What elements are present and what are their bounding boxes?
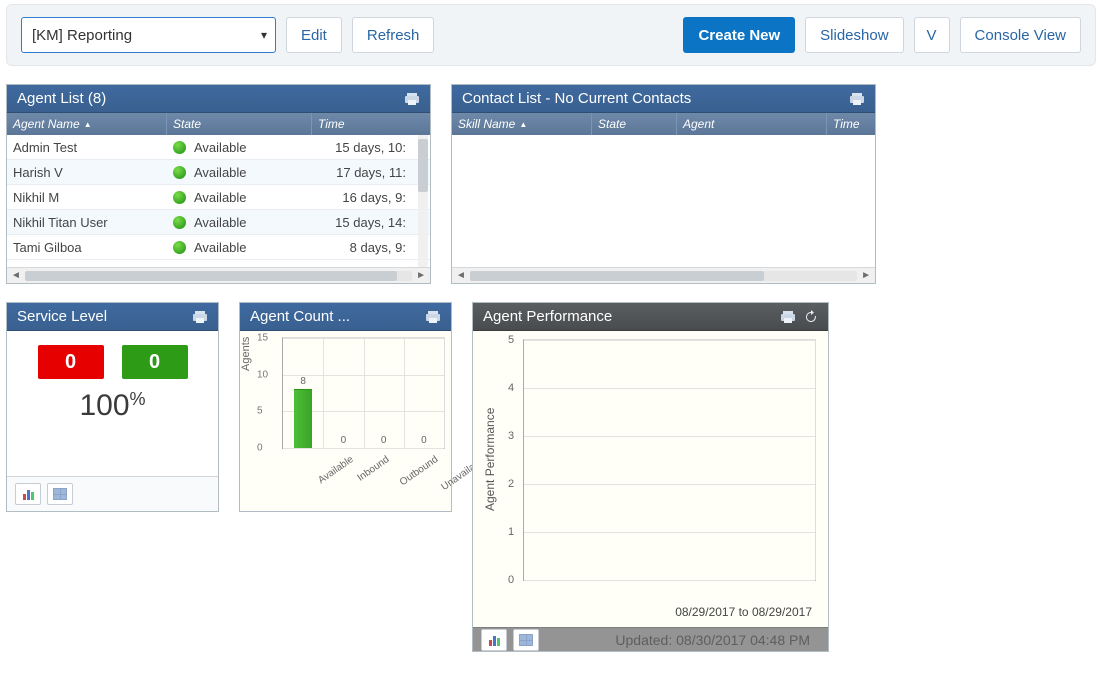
dashboard-select[interactable]: [KM] Reporting (21, 17, 276, 53)
print-icon[interactable] (404, 92, 420, 106)
cell-state: Available (167, 235, 312, 259)
cell-agent-name: Tami Gilboa (7, 235, 167, 259)
agent-performance-chart: Agent Performance 012345 08/29/2017 to 0… (473, 331, 828, 627)
status-available-icon (173, 141, 186, 154)
col-state[interactable]: State (592, 113, 677, 135)
cell-state: Available (167, 210, 312, 234)
chart-view-button[interactable] (481, 629, 507, 651)
horizontal-scrollbar[interactable]: ◄► (7, 267, 430, 283)
col-agent[interactable]: Agent (677, 113, 827, 135)
slideshow-button[interactable]: Slideshow (805, 17, 903, 53)
refresh-button[interactable]: Refresh (352, 17, 435, 53)
print-icon[interactable] (849, 92, 865, 106)
chart-x-label: Inbound (356, 454, 392, 484)
bar-chart-icon (489, 634, 500, 646)
chart-value-label: 0 (421, 435, 427, 446)
panel-title: Agent List (8) (17, 90, 404, 107)
agent-list-body: Admin TestAvailable15 days, 10:Harish VA… (7, 135, 430, 267)
status-available-icon (173, 166, 186, 179)
chart-bar (294, 389, 312, 448)
top-toolbar: [KM] Reporting Edit Refresh Create New S… (6, 4, 1096, 66)
slideshow-flag-button[interactable]: V (914, 17, 950, 53)
agent-count-chart: Agents 0510158Available0Inbound0Outbound… (240, 331, 451, 511)
status-available-icon (173, 191, 186, 204)
cell-state: Available (167, 185, 312, 209)
sort-asc-icon: ▲ (519, 120, 527, 129)
table-row[interactable]: Tami GilboaAvailable8 days, 9: (7, 235, 430, 260)
cell-time: 15 days, 10: (312, 135, 422, 159)
horizontal-scrollbar[interactable]: ◄► (452, 267, 875, 283)
sla-missed-count: 0 (38, 345, 104, 379)
agent-count-panel: Agent Count ... Agents 0510158Available0… (239, 302, 452, 512)
cell-agent-name: Admin Test (7, 135, 167, 159)
service-level-panel: Service Level 0 0 100% (6, 302, 219, 512)
status-available-icon (173, 216, 186, 229)
col-state[interactable]: State (167, 113, 312, 135)
print-icon[interactable] (425, 310, 441, 324)
chart-value-label: 0 (381, 435, 387, 446)
grid-icon (53, 488, 67, 500)
console-view-button[interactable]: Console View (960, 17, 1081, 53)
sla-percent: 100% (21, 389, 204, 423)
dashboard-select-value: [KM] Reporting (32, 27, 132, 44)
cell-agent-name: Harish V (7, 160, 167, 184)
grid-icon (519, 634, 533, 646)
table-row[interactable]: Admin TestAvailable15 days, 10: (7, 135, 430, 160)
panel-title: Agent Performance (483, 308, 780, 325)
panel-title: Agent Count ... (250, 308, 425, 325)
chart-ylabel: Agents (240, 337, 252, 371)
cell-state: Available (167, 135, 312, 159)
sla-met-count: 0 (122, 345, 188, 379)
sort-asc-icon: ▲ (84, 120, 92, 129)
chart-value-label: 0 (341, 435, 347, 446)
agent-list-columns: Agent Name▲ State Time (7, 113, 430, 135)
bar-chart-icon (23, 488, 34, 500)
col-skill-name[interactable]: Skill Name▲ (452, 113, 592, 135)
cell-time: 15 days, 14: (312, 210, 422, 234)
status-available-icon (173, 241, 186, 254)
cell-time: 16 days, 9: (312, 185, 422, 209)
table-row[interactable]: Nikhil MAvailable16 days, 9: (7, 185, 430, 210)
chart-date-range: 08/29/2017 to 08/29/2017 (675, 605, 812, 619)
table-row[interactable]: Nikhil Titan UserAvailable15 days, 14: (7, 210, 430, 235)
cell-agent-name: Nikhil M (7, 185, 167, 209)
table-view-button[interactable] (513, 629, 539, 651)
col-time[interactable]: Time (827, 113, 875, 135)
print-icon[interactable] (780, 310, 796, 324)
refresh-icon[interactable] (804, 310, 818, 324)
chart-ylabel: Agent Performance (483, 408, 497, 511)
col-agent-name[interactable]: Agent Name▲ (7, 113, 167, 135)
print-icon[interactable] (192, 310, 208, 324)
chart-value-label: 8 (300, 376, 306, 387)
create-new-button[interactable]: Create New (683, 17, 795, 53)
table-view-button[interactable] (47, 483, 73, 505)
cell-time: 8 days, 9: (312, 235, 422, 259)
agent-list-panel: Agent List (8) Agent Name▲ State Time Ad… (6, 84, 431, 284)
cell-state: Available (167, 160, 312, 184)
cell-agent-name: Nikhil Titan User (7, 210, 167, 234)
contact-list-panel: Contact List - No Current Contacts Skill… (451, 84, 876, 284)
table-row[interactable]: Harish VAvailable17 days, 11: (7, 160, 430, 185)
col-time[interactable]: Time (312, 113, 422, 135)
last-updated-label: Updated: 08/30/2017 04:48 PM (545, 632, 820, 648)
panel-title: Service Level (17, 308, 192, 325)
contact-list-columns: Skill Name▲ State Agent Time (452, 113, 875, 135)
edit-button[interactable]: Edit (286, 17, 342, 53)
chart-x-label: Available (316, 454, 355, 486)
vertical-scrollbar[interactable] (418, 135, 428, 267)
chart-x-label: Outbound (398, 454, 440, 488)
agent-performance-panel: Agent Performance Agent Performance 0123… (472, 302, 829, 652)
chart-view-button[interactable] (15, 483, 41, 505)
cell-time: 17 days, 11: (312, 160, 422, 184)
contact-list-body (452, 135, 875, 267)
panel-title: Contact List - No Current Contacts (462, 90, 849, 107)
